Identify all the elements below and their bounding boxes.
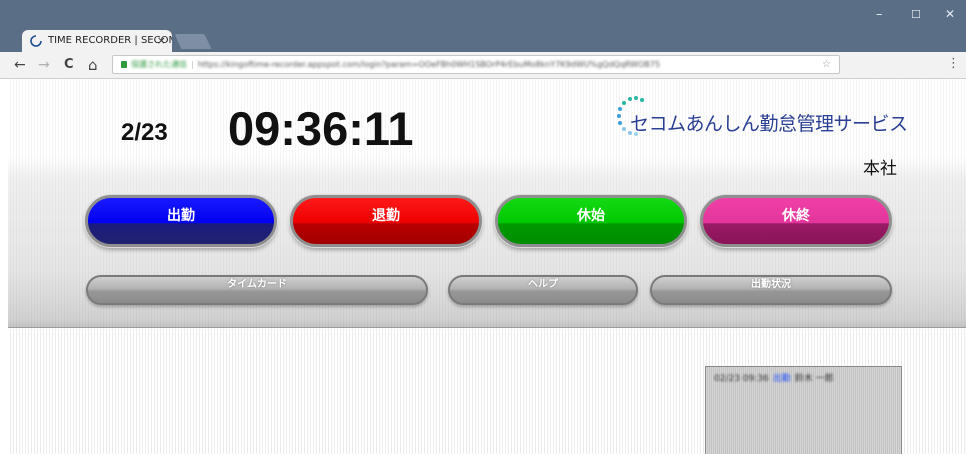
log-entry: 02/23 09:36 出勤 鈴木 一郎 [714, 371, 834, 384]
attendance-status-button[interactable]: 出勤状況 [650, 275, 892, 305]
reload-icon[interactable]: C [64, 56, 74, 74]
close-window-icon[interactable]: ✕ [945, 8, 955, 21]
url-text: https://kingoftime-recorder.appspot.com/… [197, 60, 661, 69]
address-separator: | [191, 60, 194, 69]
loading-spinner-icon [30, 35, 42, 47]
clock-out-button[interactable]: 退勤 [290, 195, 482, 247]
tab-title: TIME RECORDER | SECOM [48, 35, 172, 46]
browser-toolbar: ← → C ⌂ 保護された通信 | https://kingoftime-recor… [0, 52, 966, 79]
page: 2/23 09:36:11 セコムあんしん勤怠管理サービス 本社 出勤 退勤 休… [0, 79, 966, 454]
current-date: 2/23 [121, 119, 168, 146]
secom-logo: セコムあんしん勤怠管理サービス [616, 95, 936, 145]
menu-icon[interactable]: ⋮ [947, 56, 960, 71]
break-end-button[interactable]: 休終 [700, 195, 892, 247]
browser-tab[interactable]: TIME RECORDER | SECOM × [22, 30, 172, 52]
forward-icon[interactable]: → [38, 56, 50, 74]
current-time: 09:36:11 [228, 102, 414, 155]
home-icon[interactable]: ⌂ [88, 56, 98, 74]
log-kind: 出勤 [772, 374, 791, 384]
break-end-label: 休終 [782, 208, 810, 224]
address-bar[interactable]: 保護された通信 | https://kingoftime-recorder.apps… [112, 55, 840, 74]
back-icon[interactable]: ← [14, 56, 26, 74]
punch-log-panel: 02/23 09:36 出勤 鈴木 一郎 [705, 366, 902, 454]
break-start-label: 休始 [577, 208, 605, 224]
page-margin [0, 79, 8, 454]
logo-text: セコムあんしん勤怠管理サービス [630, 113, 908, 135]
timecard-label: タイムカード [227, 279, 287, 290]
clock-out-label: 退勤 [372, 208, 400, 224]
maximize-icon[interactable]: ☐ [911, 8, 921, 21]
minimize-icon[interactable]: – [876, 8, 883, 21]
browser-titlebar: TIME RECORDER | SECOM × – ☐ ✕ [0, 0, 966, 52]
log-time: 02/23 09:36 [714, 374, 769, 384]
new-tab-button[interactable] [174, 34, 212, 49]
help-label: ヘルプ [528, 279, 558, 290]
timecard-button[interactable]: タイムカード [86, 275, 428, 305]
log-name: 鈴木 一郎 [794, 374, 834, 384]
branch-name: 本社 [863, 159, 897, 179]
clock-in-button[interactable]: 出勤 [85, 195, 277, 247]
help-button[interactable]: ヘルプ [448, 275, 638, 305]
star-icon[interactable]: ☆ [822, 56, 831, 73]
break-start-button[interactable]: 休始 [495, 195, 687, 247]
recorder-header: 2/23 09:36:11 セコムあんしん勤怠管理サービス 本社 出勤 退勤 休… [8, 79, 966, 328]
secure-label: 保護された通信 [131, 60, 187, 69]
tab-close-icon[interactable]: × [157, 30, 166, 52]
attendance-status-label: 出勤状況 [751, 279, 791, 290]
clock-in-label: 出勤 [167, 208, 195, 224]
lock-icon [121, 61, 127, 68]
